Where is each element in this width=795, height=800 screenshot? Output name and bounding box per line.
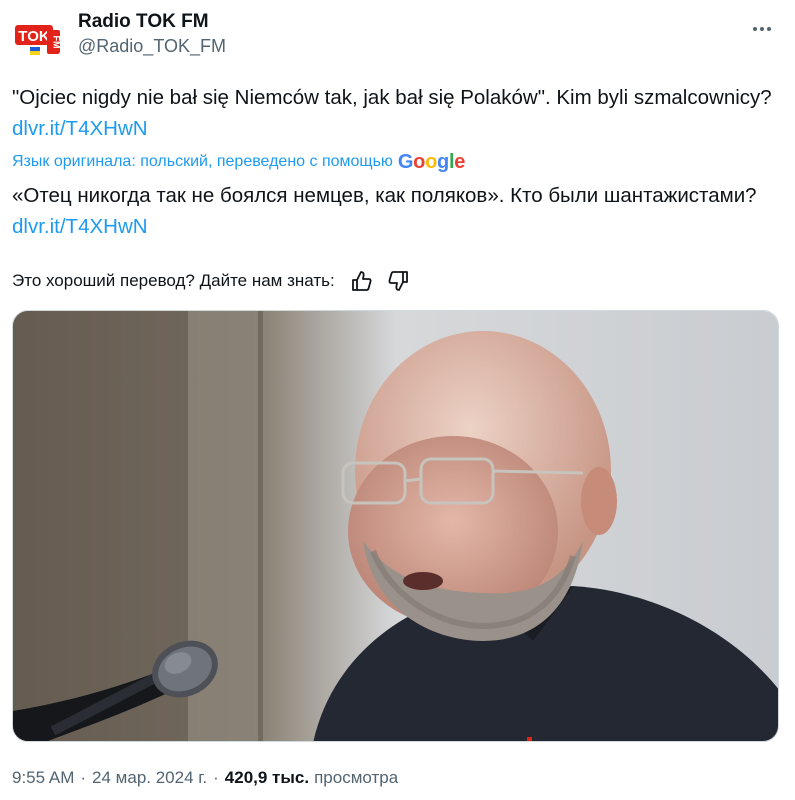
google-logo-letter: o (413, 150, 426, 173)
translation-note: Язык оригинала: польский, переведено с п… (12, 150, 465, 174)
tweet-text: "Ojciec nigdy nie bał się Niemców tak, j… (12, 82, 782, 144)
meta-separator: · (80, 768, 87, 787)
more-dots-icon (753, 27, 771, 31)
tweet-header: TOK FM Radio TOK FM @Radio_TOK_FM (12, 8, 783, 64)
avatar-logo-text: TOK (18, 28, 50, 45)
tweet-link[interactable]: dlvr.it/T4XHwN (12, 117, 148, 140)
meta-separator: · (213, 768, 219, 787)
views-count: 420,9 тыс. (224, 768, 310, 787)
speaker-photo-image (13, 311, 778, 741)
tweet-time[interactable]: 9:55 AM (12, 768, 74, 788)
translated-text: «Отец никогда так не боялся немцев, как … (12, 180, 782, 242)
more-options-button[interactable] (747, 14, 777, 44)
translation-note-text: Язык оригинала: польский, переведено с п… (12, 153, 393, 170)
google-logo-letter: g (437, 150, 449, 173)
views-label: просмотра (314, 768, 399, 787)
translated-text-body: «Отец никогда так не боялся немцев, как … (12, 184, 757, 207)
thumbs-down-icon (388, 271, 408, 291)
thumbs-up-button[interactable] (349, 269, 373, 293)
translation-feedback: Это хороший перевод? Дайте нам знать: (12, 268, 411, 294)
feedback-prompt: Это хороший перевод? Дайте нам знать: (12, 271, 335, 290)
google-logo-letter: G (397, 150, 414, 173)
google-logo: Google (398, 151, 465, 174)
thumbs-down-button[interactable] (387, 269, 411, 293)
author-display-name[interactable]: Radio TOK FM (78, 10, 226, 34)
tokfm-logo-icon: TOK FM (12, 12, 64, 64)
author-handle[interactable]: @Radio_TOK_FM (78, 34, 226, 58)
google-logo-letter: e (454, 150, 466, 173)
google-logo-letter: o (425, 150, 438, 173)
tweet-meta: 9:55 AM · 24 мар. 2024 г. · 420,9 тыс. п… (12, 766, 398, 790)
tweet-text-body: "Ojciec nigdy nie bał się Niemców tak, j… (12, 86, 772, 109)
tweet-date[interactable]: 24 мар. 2024 г. (92, 768, 207, 788)
avatar[interactable]: TOK FM (12, 12, 64, 64)
thumbs-up-icon (351, 271, 372, 291)
tweet-media-photo[interactable] (12, 310, 779, 742)
avatar-logo-fm: FM (52, 36, 62, 49)
translated-link[interactable]: dlvr.it/T4XHwN (12, 215, 148, 238)
